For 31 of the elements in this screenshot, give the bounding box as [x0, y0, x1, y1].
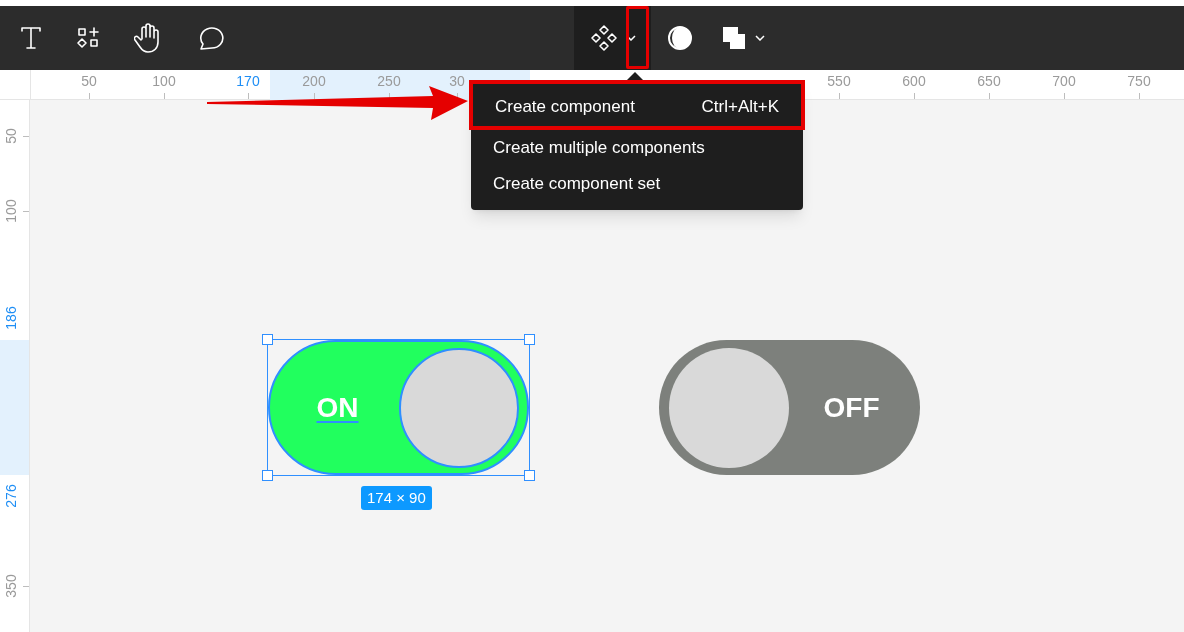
toggle-switch[interactable]: OFF: [659, 340, 920, 475]
ruler-label: 50: [81, 73, 97, 89]
menu-item[interactable]: Create component set: [471, 166, 803, 202]
chevron-down-icon: [755, 35, 765, 41]
text-tool-icon: [20, 26, 42, 50]
ruler-label: 600: [902, 73, 926, 89]
ruler-label: 30: [449, 73, 465, 89]
shapes-tool-icon: [76, 26, 100, 50]
ruler-label: 550: [827, 73, 851, 89]
menu-item[interactable]: Create multiple components: [471, 130, 803, 166]
ruler-label: 100: [152, 73, 176, 89]
boolean-icon: [721, 25, 747, 51]
dimension-label: 174 × 90: [361, 486, 432, 510]
toggle-label: ON: [315, 390, 360, 425]
hand-tool-icon: [134, 23, 162, 53]
highlight-frame: [626, 6, 649, 69]
toggle-label: OFF: [822, 390, 881, 425]
ruler-label: 186: [3, 305, 19, 331]
ruler-label: 250: [377, 73, 401, 89]
ruler-label: 170: [236, 73, 260, 89]
ruler-label: 750: [1127, 73, 1151, 89]
ruler-label: 276: [3, 483, 19, 509]
ruler-label: 650: [977, 73, 1001, 89]
ruler-label: 700: [1052, 73, 1076, 89]
ruler-label: 50: [3, 127, 19, 146]
ruler-label: 100: [3, 198, 19, 224]
component-icon: [589, 24, 618, 52]
ruler-label: 350: [3, 573, 19, 599]
ruler-label: 200: [302, 73, 326, 89]
menu-item[interactable]: Create component Ctrl+Alt+K: [469, 80, 805, 130]
contrast-icon: [667, 25, 693, 51]
